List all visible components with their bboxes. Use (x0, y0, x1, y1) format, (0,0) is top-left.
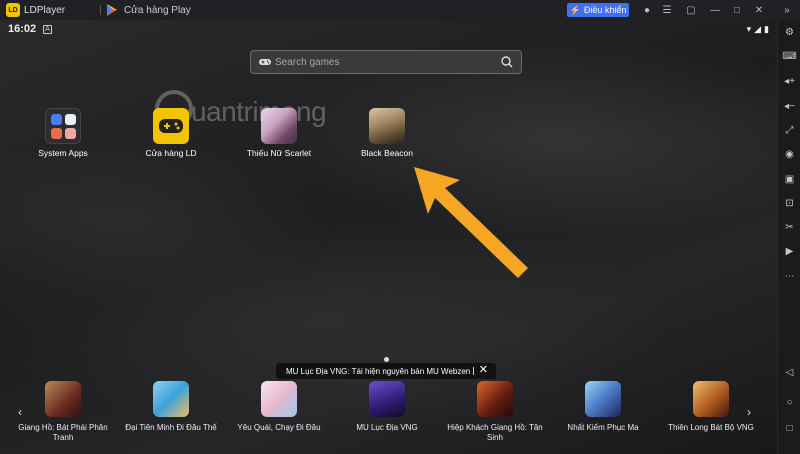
game-icon (585, 381, 621, 417)
volume-up-icon[interactable]: ◂+ (783, 75, 796, 88)
app-label: Giang Hồ: Bát Phái Phân Tranh (18, 423, 108, 442)
search-bar[interactable] (250, 50, 522, 74)
app-thieu-nu-scarlet[interactable]: Thiếu Nữ Scarlet (239, 108, 319, 158)
game-icon (477, 381, 513, 417)
dock-app[interactable]: Yêu Quái, Chạy Đi Đâu (224, 381, 334, 433)
home-icon[interactable]: ○ (783, 396, 796, 409)
app-label: Black Beacon (361, 148, 413, 158)
robot-icon[interactable]: ⊡ (783, 197, 796, 210)
dock-app[interactable]: Hiệp Khách Giang Hồ: Tân Sinh (440, 381, 550, 443)
play-store-icon (107, 4, 117, 16)
back-icon[interactable]: ◁ (783, 366, 796, 379)
signal-icon: ◢ (754, 24, 762, 34)
location-icon[interactable]: ◉ (783, 148, 796, 161)
search-input[interactable] (275, 56, 495, 68)
volume-down-icon[interactable]: ◂− (783, 100, 796, 113)
keyboard-mapping-icon[interactable]: ⌨ (782, 50, 796, 63)
app-label: System Apps (38, 148, 88, 158)
status-icons: ▾ ◢ ▮ (747, 24, 769, 35)
app-label: Hiệp Khách Giang Hồ: Tân Sinh (447, 423, 543, 442)
app-label: MU Lục Địa VNG (356, 423, 418, 432)
android-home-screen: 16:02 A ▾ ◢ ▮ uantriman (0, 20, 777, 454)
screenshot-icon[interactable]: ▢ (684, 3, 698, 17)
app-label: Đại Tiên Minh Đi Đâu Thế (125, 423, 217, 432)
banner-text: MU Lục Địa VNG: Tái hiện nguyên bản MU W… (286, 366, 471, 376)
app-title: LDPlayer (24, 4, 66, 16)
tab-play-store-label: Cửa hàng Play (124, 4, 191, 16)
control-button[interactable]: ⚡ Điều khiển (567, 3, 629, 17)
game-icon (153, 381, 189, 417)
app-system-apps[interactable]: System Apps (23, 108, 103, 158)
record-icon[interactable]: ▶ (783, 245, 796, 258)
gamepad-icon (259, 59, 271, 65)
close-icon[interactable]: ✕ (479, 365, 488, 376)
banner-divider (473, 367, 474, 375)
title-bar: LD LDPlayer Cửa hàng Play ⚡ Điều khiển ●… (0, 0, 800, 20)
battery-icon: ▮ (764, 24, 769, 34)
wifi-icon: ▾ (746, 24, 752, 34)
thieu-nu-scarlet-icon (261, 108, 297, 144)
android-status-bar: 16:02 A ▾ ◢ ▮ (0, 20, 777, 40)
ldplayer-logo-icon: LD (6, 3, 20, 17)
black-beacon-icon (369, 108, 405, 144)
minimize-icon[interactable]: — (708, 3, 722, 17)
control-button-label: Điều khiển (583, 5, 627, 15)
title-separator (100, 5, 101, 15)
game-icon (261, 381, 297, 417)
more-icon[interactable]: ⋯ (783, 270, 796, 283)
app-label: Yêu Quái, Chạy Đi Đâu (237, 423, 321, 432)
system-apps-icon (45, 108, 81, 144)
app-label: Thiên Long Bát Bộ VNG (668, 423, 754, 432)
search-icon[interactable] (501, 56, 513, 68)
app-ld-store[interactable]: Cửa hàng LD (131, 108, 211, 158)
settings-icon[interactable]: ⚙ (783, 26, 796, 39)
ldplayer-window: LD LDPlayer Cửa hàng Play ⚡ Điều khiển ●… (0, 0, 800, 454)
app-label: Cửa hàng LD (145, 148, 197, 158)
dock-app[interactable]: MU Lục Địa VNG (332, 381, 442, 433)
game-icon (693, 381, 729, 417)
multi-instance-icon[interactable]: ▣ (783, 173, 796, 186)
fullscreen-icon[interactable]: ⤢ (783, 124, 796, 137)
close-icon[interactable]: ✕ (752, 3, 766, 17)
recommended-games-row: Giang Hồ: Bát Phái Phân Tranh Đại Tiên M… (0, 381, 777, 454)
recent-apps-icon[interactable]: □ (783, 422, 796, 435)
dock-app[interactable]: Nhất Kiếm Phục Ma (548, 381, 658, 433)
page-indicator (384, 357, 389, 362)
dock-app[interactable]: Thiên Long Bát Bộ VNG (656, 381, 766, 433)
gamepad-icon (159, 119, 183, 133)
expand-sidebar-icon[interactable]: » (780, 3, 794, 17)
game-icon (45, 381, 81, 417)
lightning-icon: ⚡ (569, 4, 581, 15)
shake-icon[interactable]: ✂ (783, 221, 796, 234)
ld-store-icon (153, 108, 189, 144)
promo-banner[interactable]: MU Lục Địa VNG: Tái hiện nguyên bản MU W… (276, 363, 496, 379)
app-black-beacon[interactable]: Black Beacon (347, 108, 427, 158)
menu-icon[interactable]: ☰ (660, 3, 674, 17)
app-label: Nhất Kiếm Phục Ma (567, 423, 639, 432)
status-time: 16:02 (8, 23, 37, 35)
game-icon (369, 381, 405, 417)
dock-app[interactable]: Đại Tiên Minh Đi Đâu Thế (116, 381, 226, 433)
maximize-icon[interactable]: □ (730, 3, 744, 17)
dock-app[interactable]: Giang Hồ: Bát Phái Phân Tranh (8, 381, 118, 443)
tab-play-store[interactable]: Cửa hàng Play (106, 0, 191, 20)
app-label: Thiếu Nữ Scarlet (246, 148, 312, 158)
account-icon[interactable]: ● (640, 3, 654, 17)
emulator-toolbar: ⚙ ⌨ ◂+ ◂− ⤢ ◉ ▣ ⊡ ✂ ▶ ⋯ ◁ ○ □ (777, 20, 800, 454)
notification-icon: A (43, 25, 52, 34)
